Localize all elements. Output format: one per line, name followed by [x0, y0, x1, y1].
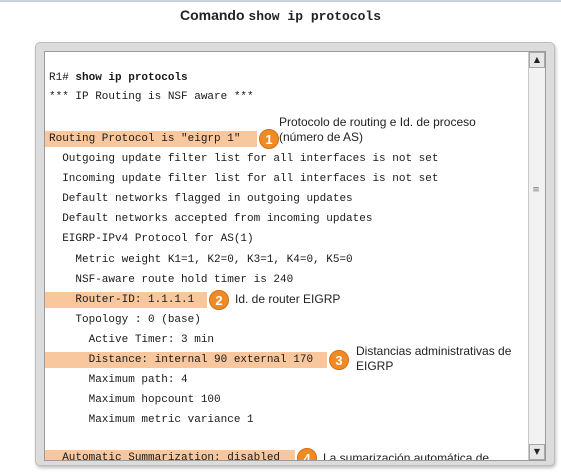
console-line: Active Timer: 3 min: [49, 334, 215, 346]
console-line: Incoming update filter list for all inte…: [49, 173, 439, 185]
console-line: NSF-aware route hold timer is 240: [49, 274, 294, 286]
console-line: Router-ID: 1.1.1.1: [49, 294, 195, 306]
prompt-line: R1# show ip protocols: [49, 71, 188, 85]
title-command: show ip protocols: [248, 9, 382, 24]
callout-badge-4: 4: [297, 448, 317, 460]
top-divider: [0, 0, 561, 2]
console-frame: R1# show ip protocols *** IP Routing is …: [35, 42, 555, 466]
callout-note-1-line1: Protocolo de routing e Id. de proceso: [279, 115, 476, 129]
grip-icon[interactable]: ≡: [531, 185, 541, 195]
triangle-up-icon: ▲: [533, 55, 541, 64]
console-line: EIGRP-IPv4 Protocol for AS(1): [49, 233, 254, 245]
console-line: *** IP Routing is NSF aware ***: [49, 91, 254, 103]
console-line: Metric weight K1=1, K2=0, K3=1, K4=0, K5…: [49, 254, 353, 266]
callout-note-3-line2: EIGRP: [356, 359, 394, 373]
callout-note-3-line1: Distancias administrativas de: [356, 344, 512, 358]
console-line: Default networks accepted from incoming …: [49, 213, 373, 225]
console-output[interactable]: R1# show ip protocols *** IP Routing is …: [44, 51, 546, 461]
console-line: Default networks flagged in outgoing upd…: [49, 193, 353, 205]
console-line: Maximum path: 4: [49, 374, 188, 386]
console-line: Outgoing update filter list for all inte…: [49, 153, 439, 165]
callout-badge-2: 2: [209, 290, 229, 310]
callout-note-4-line1: La sumarización automática de: [323, 451, 490, 461]
prompt: R1#: [49, 72, 69, 84]
vertical-scrollbar[interactable]: ▲ ≡ ▼: [528, 52, 545, 460]
triangle-down-icon: ▼: [533, 447, 541, 456]
console-line: Topology : 0 (base): [49, 314, 201, 326]
console-line: Maximum hopcount 100: [49, 394, 221, 406]
callout-note-1-line2: (número de AS): [279, 130, 364, 144]
callout-note-4: La sumarización automática de: [323, 451, 490, 461]
title-text: Comando: [179, 7, 245, 23]
console-line: Maximum metric variance 1: [49, 414, 254, 426]
command-text: show ip protocols: [75, 72, 188, 84]
callout-note-1: Protocolo de routing e Id. de proceso (n…: [279, 115, 476, 145]
console-line: Distance: internal 90 external 170: [49, 354, 314, 366]
scroll-up-button[interactable]: ▲: [529, 52, 545, 68]
page-title: Comando show ip protocols: [0, 7, 561, 24]
callout-note-2: Id. de router EIGRP: [235, 292, 340, 307]
console-line: Routing Protocol is "eigrp 1": [49, 133, 241, 145]
callout-note-3: Distancias administrativas de EIGRP: [356, 344, 511, 374]
callout-badge-1: 1: [259, 129, 279, 149]
console-line: Automatic Summarization: disabled: [49, 452, 281, 461]
callout-note-2-line1: Id. de router EIGRP: [235, 292, 341, 306]
callout-badge-3: 3: [329, 350, 349, 370]
scroll-down-button[interactable]: ▼: [529, 444, 545, 460]
